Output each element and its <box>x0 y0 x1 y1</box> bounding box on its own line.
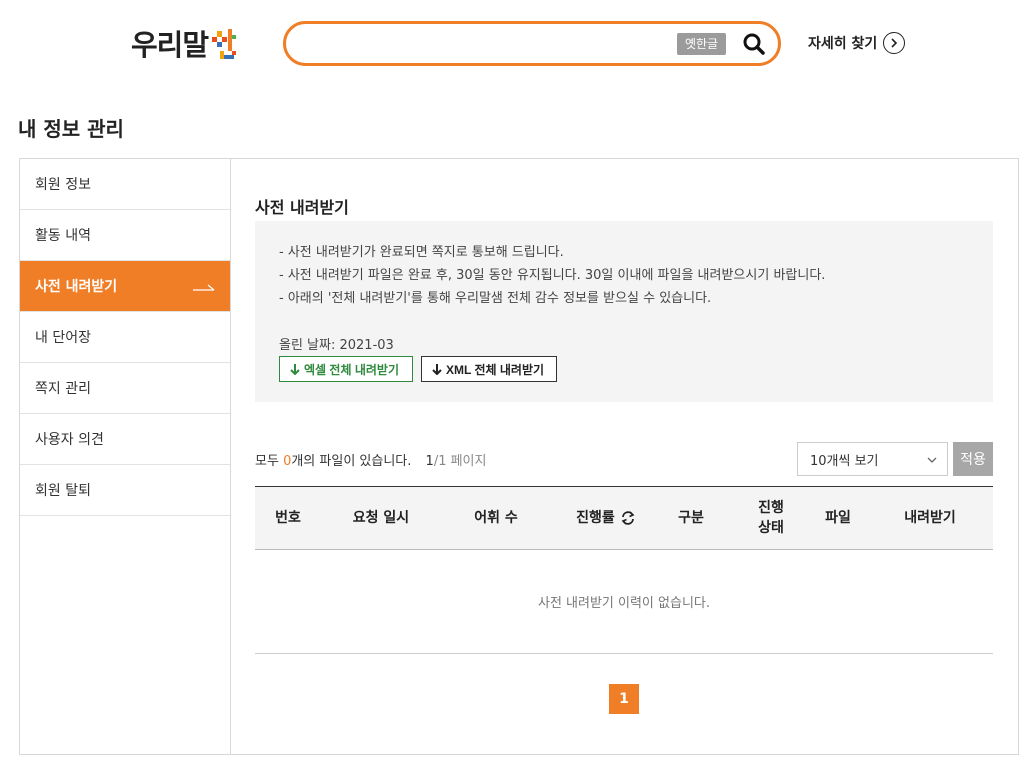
xml-download-label: XML 전체 내려받기 <box>446 362 545 377</box>
sidebar-item-withdraw[interactable]: 회원 탈퇴 <box>20 465 230 516</box>
sidebar: 회원 정보 활동 내역 사전 내려받기 내 단어장 쪽지 관리 사용자 의견 회… <box>20 159 231 754</box>
page-total: /1 페이지 <box>433 454 487 469</box>
col-type: 구분 <box>678 510 704 526</box>
site-logo[interactable]: 우리말 <box>131 22 240 64</box>
chevron-right-icon <box>883 32 906 54</box>
notice-box: - 사전 내려받기가 완료되면 쪽지로 통보해 드립니다. - 사전 내려받기 … <box>255 221 993 402</box>
advanced-search-label: 자세히 찾기 <box>808 36 878 52</box>
excel-download-button[interactable]: 엑셀 전체 내려받기 <box>279 356 413 382</box>
advanced-search-link[interactable]: 자세히 찾기 <box>808 32 906 54</box>
count-suffix: 개의 파일이 있습니다. <box>291 454 412 469</box>
xml-download-button[interactable]: XML 전체 내려받기 <box>421 356 557 382</box>
sidebar-item-member-info[interactable]: 회원 정보 <box>20 159 230 210</box>
page-current: 1 <box>425 454 434 469</box>
logo-mark <box>210 25 240 61</box>
col-number: 번호 <box>275 510 301 526</box>
sidebar-item-label: 내 단어장 <box>35 330 91 346</box>
col-status: 진행 상태 <box>758 500 784 536</box>
count-prefix: 모두 <box>255 454 284 469</box>
main-frame: 회원 정보 활동 내역 사전 내려받기 내 단어장 쪽지 관리 사용자 의견 회… <box>19 158 1019 755</box>
pagination-page-1[interactable]: 1 <box>609 684 639 714</box>
arrow-down-icon <box>432 363 442 375</box>
sidebar-item-activity[interactable]: 활동 내역 <box>20 210 230 261</box>
empty-message: 사전 내려받기 이력이 없습니다. <box>255 550 993 654</box>
page-size-value: 10개씩 보기 <box>810 453 879 469</box>
file-count: 모두 0개의 파일이 있습니다. 1/1 페이지 <box>255 450 486 469</box>
chevron-down-icon <box>927 454 937 464</box>
notice-item: - 아래의 '전체 내려받기'를 통해 우리말샘 전체 감수 정보를 받으실 수… <box>279 291 712 306</box>
sidebar-item-label: 사용자 의견 <box>35 432 104 448</box>
sidebar-item-dictionary-download[interactable]: 사전 내려받기 <box>20 261 230 312</box>
notice-item: - 사전 내려받기 파일은 완료 후, 30일 동안 유지됩니다. 30일 이내… <box>279 268 826 283</box>
logo-text: 우리말 <box>131 28 209 62</box>
apply-button[interactable]: 적용 <box>953 442 993 476</box>
sidebar-item-feedback[interactable]: 사용자 의견 <box>20 414 230 465</box>
search-box[interactable]: 옛한글 <box>283 21 781 66</box>
table-header: 번호 요청 일시 어휘 수 진행률 구분 진행 상태 파일 내려받기 <box>255 486 993 550</box>
sidebar-item-label: 쪽지 관리 <box>35 381 91 397</box>
page-title: 내 정보 관리 <box>18 117 124 141</box>
section-title: 사전 내려받기 <box>255 198 349 217</box>
col-progress: 진행률 <box>551 487 661 549</box>
sidebar-item-label: 회원 정보 <box>35 177 91 193</box>
header: 우리말 옛한글 자세히 찾기 <box>0 0 1028 90</box>
excel-download-label: 엑셀 전체 내려받기 <box>304 362 399 377</box>
col-progress-label: 진행률 <box>576 510 615 526</box>
refresh-icon[interactable] <box>620 510 636 526</box>
col-download: 내려받기 <box>904 510 956 526</box>
search-icon[interactable] <box>742 32 766 56</box>
sidebar-item-label: 활동 내역 <box>35 228 91 244</box>
sidebar-item-messages[interactable]: 쪽지 관리 <box>20 363 230 414</box>
col-file: 파일 <box>825 510 851 526</box>
sidebar-item-wordbook[interactable]: 내 단어장 <box>20 312 230 363</box>
notice-item: - 사전 내려받기가 완료되면 쪽지로 통보해 드립니다. <box>279 245 564 260</box>
page-size-select[interactable]: 10개씩 보기 <box>797 442 948 476</box>
arrow-down-icon <box>290 363 300 375</box>
sidebar-item-label: 사전 내려받기 <box>35 279 118 295</box>
col-request-date: 요청 일시 <box>352 510 410 526</box>
arrow-right-icon <box>193 281 215 291</box>
sidebar-item-label: 회원 탈퇴 <box>35 483 91 499</box>
upload-date: 올린 날짜: 2021-03 <box>279 338 394 353</box>
col-word-count: 어휘 수 <box>474 510 518 526</box>
oldhangul-button[interactable]: 옛한글 <box>677 33 726 55</box>
